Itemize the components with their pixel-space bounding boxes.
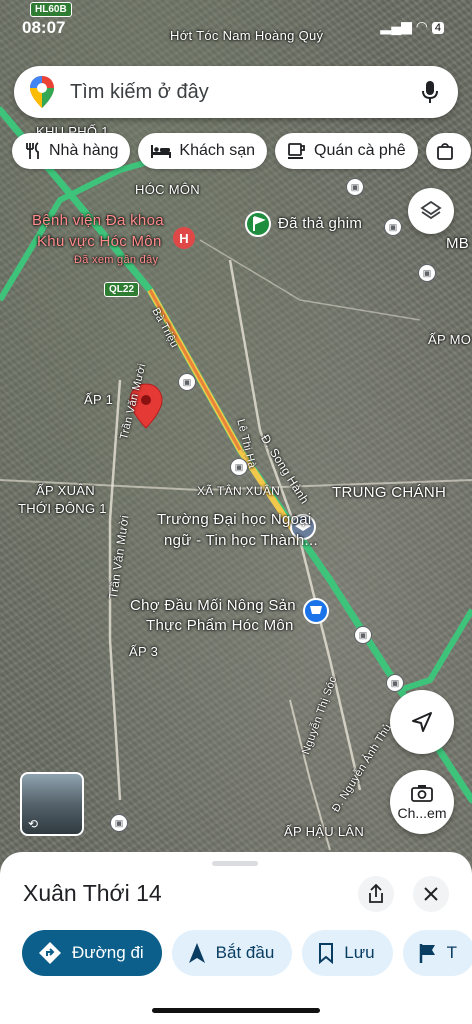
status-time: 08:07	[22, 18, 66, 37]
start-button[interactable]: Bắt đầu	[171, 930, 293, 976]
street-view-thumbnail[interactable]: ⟲	[20, 772, 84, 836]
navigation-arrow-icon	[412, 712, 432, 732]
battery-icon: 4	[431, 22, 444, 34]
chip-hotels[interactable]: Khách sạn	[138, 133, 267, 169]
bed-icon	[151, 145, 172, 158]
map-label-school-2[interactable]: ngữ - Tin học Thành...	[164, 532, 318, 549]
map-label-trung-chanh: TRUNG CHÁNH	[332, 484, 447, 501]
chip-label: Quán cà phê	[314, 142, 406, 159]
map-label-xa-tan-xuan: XÃ TÂN XUÂN	[197, 484, 281, 498]
bookmark-icon	[319, 943, 334, 964]
map-label-hospital-1[interactable]: Bệnh viện Đa khoa	[32, 212, 164, 229]
streetview-label: Ch...em	[397, 804, 447, 821]
map-label-hospital-2[interactable]: Khu vực Hóc Môn	[37, 233, 162, 250]
route-shield-ql22: QL22	[104, 282, 140, 297]
signal-icon: ▂▄▆	[380, 18, 412, 34]
chip-label: Nhà hàng	[49, 142, 119, 159]
flag-icon	[419, 944, 435, 963]
map-label-ap-mo: ẤP MO	[428, 332, 472, 347]
place-sheet[interactable]: Xuân Thới 14 Đường đi Bắt đầu Lưu T	[0, 852, 472, 1024]
share-button[interactable]	[358, 876, 394, 912]
layers-button[interactable]	[408, 188, 454, 234]
bus-stop-icon[interactable]: ▣	[230, 458, 248, 476]
action-buttons: Đường đi Bắt đầu Lưu T	[22, 930, 472, 976]
bus-stop-icon[interactable]: ▣	[110, 814, 128, 832]
category-chips: Nhà hàng Khách sạn Quán cà phê	[12, 133, 471, 169]
map-label-ap-hau-lan: ẤP HẬU LÂN	[284, 824, 365, 839]
wifi-icon: ◠	[415, 18, 428, 34]
directions-button[interactable]: Đường đi	[22, 930, 162, 976]
start-label: Bắt đầu	[215, 943, 275, 962]
more-action-button[interactable]: T	[402, 930, 472, 976]
navigation-icon	[188, 943, 205, 963]
map-label-school-1[interactable]: Trường Đại học Ngoại	[157, 511, 312, 528]
rotate-360-icon: ⟲	[28, 817, 39, 831]
map-label-hospital-sub: Đã xem gần đây	[74, 254, 159, 266]
my-location-button[interactable]	[390, 690, 454, 754]
bus-stop-icon[interactable]: ▣	[346, 178, 364, 196]
more-action-label: T	[446, 943, 457, 962]
coffee-icon	[288, 143, 305, 159]
map-label-market-1[interactable]: Chợ Đầu Mối Nông Sản	[130, 597, 296, 614]
close-icon	[424, 887, 438, 901]
save-button[interactable]: Lưu	[302, 930, 393, 976]
place-title: Xuân Thới 14	[23, 880, 162, 906]
layers-icon	[420, 200, 442, 220]
home-indicator	[152, 1008, 320, 1013]
chip-shopping[interactable]	[425, 133, 471, 169]
map-label-ap3: ẤP 3	[129, 644, 159, 659]
drag-handle[interactable]	[212, 861, 258, 866]
close-button[interactable]	[413, 876, 449, 912]
bus-stop-icon[interactable]: ▣	[178, 373, 196, 391]
status-icons: ▂▄▆ ◠ 4	[380, 18, 444, 35]
bus-stop-icon[interactable]: ▣	[384, 218, 402, 236]
bus-stop-icon[interactable]: ▣	[354, 626, 372, 644]
directions-label: Đường đi	[72, 943, 144, 962]
search-input[interactable]: Tìm kiếm ở đây	[70, 81, 412, 104]
map-label-mb: MB	[446, 235, 470, 252]
chip-restaurants[interactable]: Nhà hàng	[12, 133, 131, 169]
streetview-button[interactable]: Ch...em	[390, 770, 454, 834]
maps-logo-icon	[30, 76, 54, 108]
map-label-thoi-dong: THỚI ĐÔNG 1	[18, 501, 107, 516]
bus-stop-icon[interactable]: ▣	[418, 264, 436, 282]
status-bar: 08:07 ▂▄▆ ◠ 4	[0, 0, 472, 44]
directions-icon	[39, 942, 61, 964]
camera-icon	[411, 784, 433, 802]
map-label-hoc-mon: HÓC MÔN	[135, 182, 200, 197]
mic-icon[interactable]	[412, 80, 448, 104]
bus-stop-icon[interactable]: ▣	[386, 674, 404, 692]
map-label-market-2[interactable]: Thực Phẩm Hóc Môn	[146, 617, 294, 634]
map-label-ap1: ẤP 1	[84, 392, 114, 407]
save-label: Lưu	[344, 943, 375, 962]
map-label-ap-xuan: ẤP XUÂN	[36, 483, 95, 498]
chip-coffee[interactable]: Quán cà phê	[275, 133, 418, 169]
chip-label: Khách sạn	[179, 142, 255, 159]
svg-text:H: H	[179, 231, 188, 246]
shopping-bag-icon	[436, 143, 453, 160]
map-label-pinned[interactable]: Đã thả ghim	[278, 215, 362, 232]
share-icon	[369, 884, 383, 903]
search-bar[interactable]: Tìm kiếm ở đây	[14, 66, 458, 118]
fork-knife-icon	[26, 142, 39, 159]
